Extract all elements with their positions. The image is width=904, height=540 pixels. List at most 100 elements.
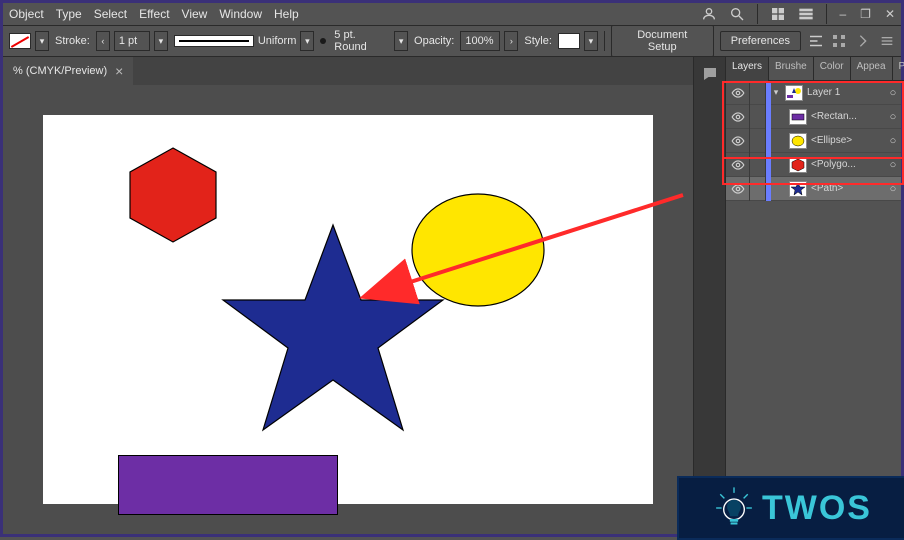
document-tab-label: % (CMYK/Preview) bbox=[13, 65, 107, 77]
visibility-toggle[interactable] bbox=[726, 177, 750, 201]
layer-name[interactable]: <Path> bbox=[811, 183, 885, 194]
brush-dot-icon bbox=[320, 38, 326, 44]
lock-toggle[interactable] bbox=[750, 129, 766, 153]
control-bar: ▾ Stroke: ‹ ▾ Uniform ▾ 5 pt. Round ▾ Op… bbox=[3, 25, 901, 57]
chevron-down-icon[interactable]: ▾ bbox=[300, 31, 314, 51]
menu-item[interactable]: Effect bbox=[139, 7, 169, 21]
menu-item[interactable]: Object bbox=[9, 7, 44, 21]
align-icon[interactable] bbox=[807, 32, 825, 50]
menu-item[interactable]: Help bbox=[274, 7, 299, 21]
close-button[interactable]: ✕ bbox=[885, 7, 895, 21]
user-icon[interactable] bbox=[701, 6, 717, 22]
stroke-label: Stroke: bbox=[55, 35, 90, 47]
stroke-profile-label: Uniform bbox=[258, 35, 297, 47]
layer-row[interactable]: <Path> ○ bbox=[726, 177, 901, 201]
menu-item[interactable]: Window bbox=[219, 7, 262, 21]
visibility-toggle[interactable] bbox=[726, 105, 750, 129]
menu-item[interactable]: View bbox=[182, 7, 208, 21]
lock-toggle[interactable] bbox=[750, 177, 766, 201]
visibility-toggle[interactable] bbox=[726, 129, 750, 153]
target-icon[interactable]: ○ bbox=[885, 135, 901, 147]
comment-icon[interactable] bbox=[701, 65, 719, 83]
stepper-button[interactable]: ‹ bbox=[96, 31, 110, 51]
lock-toggle[interactable] bbox=[750, 105, 766, 129]
stroke-weight-input[interactable] bbox=[114, 31, 150, 51]
app-shell: Object Type Select Effect View Window He… bbox=[0, 0, 904, 537]
watermark-badge: TWOS bbox=[677, 476, 904, 540]
canvas-viewport[interactable] bbox=[3, 85, 693, 534]
minimize-button[interactable]: – bbox=[839, 7, 846, 21]
star-shape[interactable] bbox=[218, 220, 448, 440]
chevron-down-icon[interactable]: ▾ bbox=[394, 31, 408, 51]
target-icon[interactable]: ○ bbox=[885, 111, 901, 123]
tab-color[interactable]: Color bbox=[814, 57, 851, 81]
layer-thumbnail bbox=[785, 85, 803, 101]
layer-color-bar bbox=[766, 129, 771, 153]
chevron-right-icon[interactable]: › bbox=[504, 31, 518, 51]
document-area: % (CMYK/Preview) × bbox=[3, 57, 693, 534]
layer-thumbnail bbox=[789, 181, 807, 197]
document-setup-button[interactable]: Document Setup bbox=[611, 25, 714, 57]
layers-panel: ▾ Layer 1 ○ <Rectan... ○ bbox=[726, 81, 901, 201]
layer-row[interactable]: <Polygo... ○ bbox=[726, 153, 901, 177]
watermark-text: TWOS bbox=[762, 489, 872, 528]
target-icon[interactable]: ○ bbox=[885, 159, 901, 171]
menu-bar: Object Type Select Effect View Window He… bbox=[3, 3, 901, 25]
layer-color-bar bbox=[766, 105, 771, 129]
layer-name[interactable]: <Polygo... bbox=[811, 159, 885, 170]
lock-toggle[interactable] bbox=[750, 81, 766, 105]
chevron-down-icon[interactable]: ▾ bbox=[154, 31, 168, 51]
chevron-down-icon[interactable]: ▾ bbox=[584, 31, 598, 51]
tab-appearance[interactable]: Appea bbox=[851, 57, 893, 81]
restore-button[interactable]: ❐ bbox=[860, 7, 871, 21]
panel-tabs: Layers Brushe Color Appea Proper bbox=[726, 57, 901, 81]
tab-brushes[interactable]: Brushe bbox=[769, 57, 814, 81]
chevron-down-icon[interactable]: ▾ bbox=[35, 31, 49, 51]
brush-dropdown[interactable]: 5 pt. Round ▾ bbox=[320, 29, 408, 53]
artboard[interactable] bbox=[43, 115, 653, 504]
stroke-profile-dropdown[interactable]: Uniform ▾ bbox=[174, 29, 315, 53]
target-icon[interactable]: ○ bbox=[885, 183, 901, 195]
grid-icon[interactable] bbox=[831, 33, 847, 49]
style-swatch[interactable]: ▾ bbox=[558, 29, 598, 53]
layer-color-bar bbox=[766, 177, 771, 201]
opacity-label: Opacity: bbox=[414, 35, 454, 47]
menu-item[interactable]: Select bbox=[94, 7, 127, 21]
arrow-right-icon[interactable] bbox=[855, 33, 871, 49]
panels-column: Layers Brushe Color Appea Proper ▾ Layer… bbox=[725, 57, 901, 534]
layer-thumbnail bbox=[789, 133, 807, 149]
target-icon[interactable]: ○ bbox=[885, 87, 901, 99]
document-tab-bar: % (CMYK/Preview) × bbox=[3, 57, 693, 85]
hexagon-shape[interactable] bbox=[118, 145, 228, 245]
layer-color-bar bbox=[766, 153, 771, 177]
dock-strip bbox=[693, 57, 725, 534]
workspace-icon[interactable] bbox=[798, 6, 814, 22]
layer-row[interactable]: <Ellipse> ○ bbox=[726, 129, 901, 153]
search-icon[interactable] bbox=[729, 6, 745, 22]
layer-name[interactable]: Layer 1 bbox=[807, 87, 885, 98]
visibility-toggle[interactable] bbox=[726, 153, 750, 177]
layer-name[interactable]: <Rectan... bbox=[811, 111, 885, 122]
twist-down-icon[interactable]: ▾ bbox=[771, 87, 781, 98]
style-label: Style: bbox=[524, 35, 552, 47]
layer-row[interactable]: <Rectan... ○ bbox=[726, 105, 901, 129]
document-tab[interactable]: % (CMYK/Preview) × bbox=[3, 57, 133, 85]
lock-toggle[interactable] bbox=[750, 153, 766, 177]
panel-menu-icon[interactable] bbox=[879, 33, 895, 49]
close-tab-icon[interactable]: × bbox=[115, 63, 123, 79]
menu-item[interactable]: Type bbox=[56, 7, 82, 21]
opacity-input[interactable] bbox=[460, 31, 500, 51]
tab-properties[interactable]: Proper bbox=[893, 57, 904, 81]
layer-row[interactable]: ▾ Layer 1 ○ bbox=[726, 81, 901, 105]
layer-name[interactable]: <Ellipse> bbox=[811, 135, 885, 146]
lightbulb-icon bbox=[712, 486, 756, 530]
tab-layers[interactable]: Layers bbox=[726, 57, 769, 81]
arrange-icon[interactable] bbox=[770, 6, 786, 22]
layer-thumbnail bbox=[789, 109, 807, 125]
layer-thumbnail bbox=[789, 157, 807, 173]
fill-swatch[interactable]: ▾ bbox=[9, 29, 49, 53]
visibility-toggle[interactable] bbox=[726, 81, 750, 105]
rectangle-shape[interactable] bbox=[118, 455, 338, 515]
preferences-button[interactable]: Preferences bbox=[720, 31, 801, 51]
brush-label: 5 pt. Round bbox=[334, 29, 390, 53]
